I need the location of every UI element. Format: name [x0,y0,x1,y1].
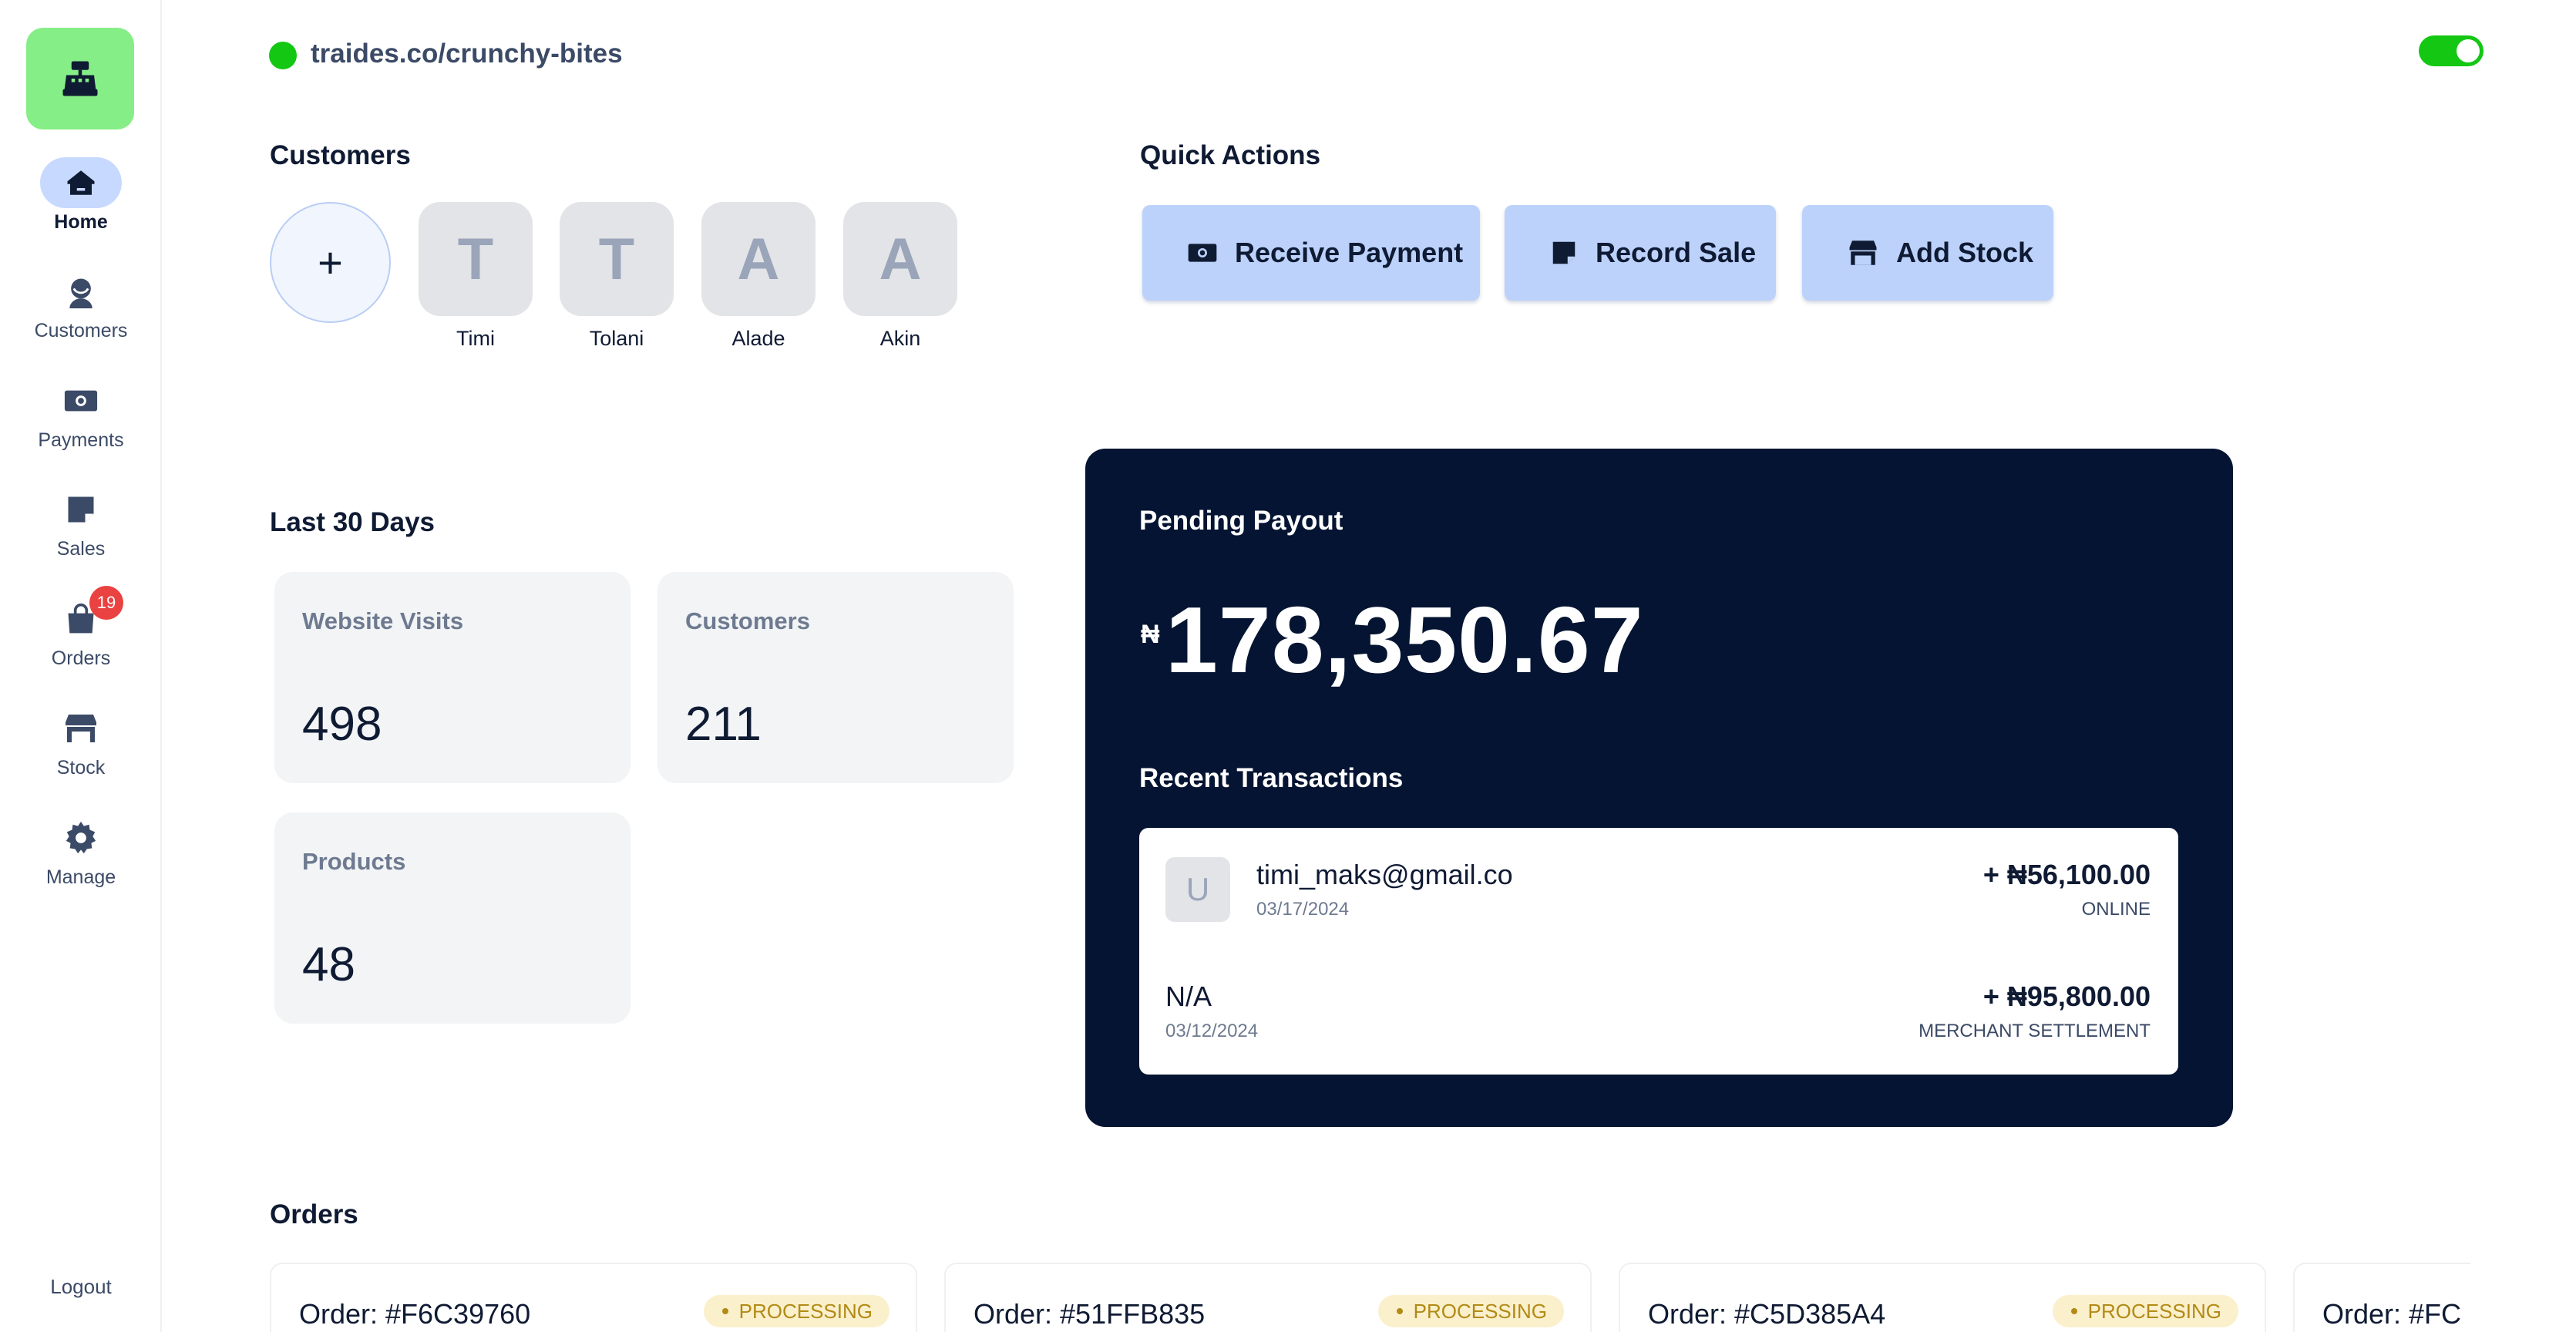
stat-value: 211 [685,698,762,751]
nav-customers[interactable]: Customers [0,266,162,342]
store-icon [66,715,96,742]
add-stock-button[interactable]: Add Stock [1802,205,2053,301]
customer-akin[interactable]: A Akin [843,202,957,351]
order-id: Order: #51FFB835 [974,1298,1206,1330]
nav-sales[interactable]: Sales [0,484,162,560]
order-id: Order: #F6C39760 [299,1298,531,1330]
transaction-amount: + ₦95,800.00 [1982,980,2151,1012]
customer-name: Akin [879,327,921,350]
receive-payment-button[interactable]: Receive Payment [1142,205,1480,301]
transaction-customer: N/A [1165,980,1212,1012]
customer-name: Timi [456,327,495,350]
store-visibility-toggle[interactable] [2419,35,2484,66]
recent-transactions-title: Recent Transactions [1139,763,1404,793]
stat-label: Products [302,848,406,875]
customer-tolani[interactable]: T Tolani [560,202,674,351]
order-card[interactable]: Order: #51FFB835 PROCESSING [944,1263,1592,1332]
receive-payment-label: Receive Payment [1235,237,1464,268]
nav-orders[interactable]: 19 Orders [0,586,162,670]
transaction-customer: timi_maks@gmail.co [1256,859,1513,890]
transaction-avatar: U [1165,857,1230,922]
record-sale-label: Record Sale [1596,237,1757,268]
record-sale-button[interactable]: Record Sale [1505,205,1776,301]
order-status-badge: PROCESSING [703,1295,889,1327]
nav-stock[interactable]: Stock [0,703,162,779]
note-icon [68,496,94,523]
note-icon [1552,241,1576,264]
sidebar: Home Customers Payments Sales 19 Orders … [0,0,162,1332]
nav-payments[interactable]: Payments [0,375,162,452]
nav-manage[interactable]: Manage [0,812,162,889]
nav-label-manage: Manage [45,866,116,888]
home-icon [67,170,95,195]
pending-payout-panel: Pending Payout ₦ 178,350.67 Recent Trans… [1085,449,2233,1127]
currency-symbol: ₦ [1141,620,1160,649]
logout-link[interactable]: Logout [0,1275,162,1299]
customer-avatar: T [560,202,674,316]
toggle-knob [2457,39,2480,62]
nav-label-sales: Sales [56,538,106,560]
stat-label: Website Visits [302,607,464,634]
online-status-dot [269,42,297,69]
nav-label-customers: Customers [34,320,128,341]
transaction-date: 03/12/2024 [1165,1021,1259,1041]
customer-timi[interactable]: T Timi [419,202,533,351]
customer-avatar: T [419,202,533,316]
transaction-channel: ONLINE [2081,899,2151,920]
order-card[interactable]: Order: #C5D385A4 PROCESSING [1619,1263,2266,1332]
customer-name: Alade [731,327,785,350]
customer-name: Tolani [589,327,644,350]
customer-avatar: A [701,202,816,316]
stat-card-website-visits[interactable]: Website Visits 498 [274,572,631,783]
transaction-channel: MERCHANT SETTLEMENT [1919,1021,2151,1041]
stat-label: Customers [685,607,810,634]
stat-value: 498 [302,698,382,751]
nav-label-home: Home [54,211,108,233]
order-card[interactable]: Order: #FC [2293,1263,2470,1332]
store-url-link[interactable]: traides.co/crunchy-bites [311,39,623,69]
transaction-amount: + ₦56,100.00 [1982,859,2151,890]
pending-payout-amount: 178,350.67 [1165,587,1644,692]
cash-icon [1188,244,1217,262]
cash-register-icon [62,61,98,96]
customer-avatar: A [843,202,957,316]
order-status-badge: PROCESSING [2052,1295,2238,1327]
transaction-date: 03/17/2024 [1256,899,1350,920]
nav-label-orders: Orders [51,648,111,669]
order-status-badge: PROCESSING [1377,1295,1564,1327]
cash-register-logo[interactable] [26,28,134,130]
cash-icon [64,390,98,412]
stat-card-products[interactable]: Products 48 [274,812,631,1024]
customer-icon [69,278,92,308]
order-card[interactable]: Order: #F6C39760 PROCESSING [270,1263,917,1332]
nav-label-stock: Stock [56,757,106,779]
store-icon [1849,240,1877,265]
nav-label-payments: Payments [38,429,124,451]
order-id: Order: #FC [2322,1298,2462,1330]
customer-alade[interactable]: A Alade [701,202,816,351]
nav-home[interactable]: Home [0,157,162,234]
stats-section-title: Last 30 Days [270,507,435,537]
orders-count-badge: 19 [89,586,123,620]
stat-value: 48 [302,938,355,991]
add-customer-button[interactable]: + [270,202,391,323]
recent-transactions-list: U timi_maks@gmail.co 03/17/2024 + ₦56,10… [1139,828,2178,1075]
stat-card-customers[interactable]: Customers 211 [657,572,1014,783]
pending-payout-title: Pending Payout [1139,506,1343,536]
orders-section-title: Orders [270,1199,358,1229]
gear-icon [66,821,96,854]
order-id: Order: #C5D385A4 [1648,1298,1886,1330]
customers-section-title: Customers [270,140,411,170]
quick-actions-title: Quick Actions [1140,140,1321,170]
add-stock-label: Add Stock [1896,237,2034,268]
